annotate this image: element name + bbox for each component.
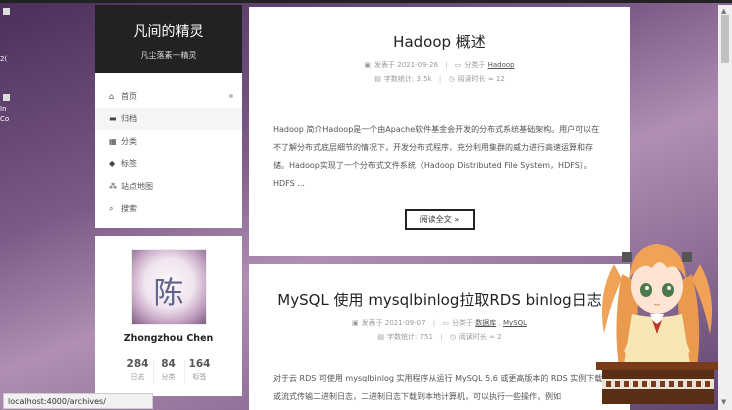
meta-separator: | [445, 61, 448, 69]
post-card: Hadoop 概述 ▣ 发表于 2021-09-26 | ▭ 分类于 Hadoop … [249, 7, 630, 256]
category-link[interactable]: MySQL [503, 319, 527, 327]
site-subtitle: 凡尘落素一精灵 [140, 51, 197, 60]
word-count: 字数统计: 751 [386, 333, 433, 341]
avatar-character: 陈 [153, 276, 184, 311]
desktop-text-fragment: In [0, 105, 7, 113]
author-name: Zhongzhou Chen [123, 333, 214, 344]
document-icon: ▤ [377, 333, 384, 341]
scroll-down-arrow-icon[interactable]: ▼ [721, 398, 726, 406]
post-date: 2021-09-07 [384, 319, 426, 327]
grid-icon: ▦ [109, 136, 117, 146]
category-label: 分类于 [452, 319, 474, 327]
author-profile: 陈 Zhongzhou Chen 284 日志 84 分类 164 标签 [95, 236, 242, 396]
desktop-text-fragment: 2( [0, 55, 8, 63]
scroll-up-arrow-icon[interactable]: ▲ [721, 7, 726, 15]
stat-label: 日志 [130, 373, 145, 381]
post-meta: ▣ 发表于 2021-09-26 | ▭ 分类于 Hadoop ▤ 字数统计: 3.5… [249, 58, 630, 86]
stat-number: 84 [161, 358, 176, 370]
menu-item-label: 搜索 [121, 204, 137, 214]
category-link[interactable]: 数据库 [475, 319, 496, 327]
archive-icon: ▬ [109, 114, 117, 124]
calendar-icon: ▣ [352, 319, 359, 327]
scroll-thumb[interactable] [721, 15, 729, 63]
meta-separator: | [438, 75, 442, 83]
post-excerpt: Hadoop 简介Hadoop是一个由Apache软件基金会开发的分布式系统基础… [273, 125, 600, 188]
post-meta: ▣ 发表于 2021-09-07 | ▭ 分类于 数据库 , MySQL ▤ 字数统计… [352, 319, 527, 341]
home-icon: ⌂ [109, 91, 115, 101]
desktop-icon[interactable] [3, 94, 10, 101]
menu-item-categories[interactable]: ▦ 分类 [95, 130, 242, 153]
clock-icon: ◷ [448, 75, 455, 83]
menu-item-tags[interactable]: ◆ 标签 [95, 153, 242, 176]
stat-posts[interactable]: 284 日志 [123, 358, 153, 384]
menu-item-sitemap[interactable]: ⁂ 站点地图 [95, 175, 242, 198]
stat-number: 164 [188, 358, 211, 370]
word-count: 字数统计: 3.5k [383, 75, 432, 83]
document-icon: ▤ [374, 75, 381, 83]
read-more-button[interactable]: 阅读全文 » [404, 209, 475, 230]
browser-status-bar: localhost:4000/archives/ [3, 393, 153, 409]
menu-item-archives[interactable]: ▬ 归档 [95, 107, 242, 130]
menu-item-search[interactable]: ⌕ 搜索 [95, 198, 242, 221]
menu-item-label: 归档 [121, 114, 137, 124]
post-date: 2021-09-26 [397, 61, 438, 69]
post-title[interactable]: MySQL 使用 mysqlbinlog拉取RDS binlog日志 [249, 289, 630, 310]
sitemap-icon: ⁂ [109, 181, 117, 191]
search-icon: ⌕ [109, 203, 114, 213]
calendar-icon: ▣ [364, 61, 371, 69]
menu-item-label: 首页 [121, 91, 137, 101]
clock-icon: ◷ [449, 333, 456, 341]
meta-separator: | [432, 319, 436, 327]
avatar: 陈 [130, 249, 207, 325]
category-link[interactable]: Hadoop [488, 61, 515, 69]
post-card: MySQL 使用 mysqlbinlog拉取RDS binlog日志 ▣ 发表于 … [249, 264, 630, 410]
post-title[interactable]: Hadoop 概述 [249, 31, 630, 52]
site-nav-menu: ⌂ 首页 ▬ 归档 ▦ 分类 ◆ 标签 ⁂ 站点地图 ⌕ 搜索 [95, 73, 242, 228]
posted-label: 发表于 [374, 61, 395, 69]
meta-separator: | [440, 333, 443, 341]
menu-item-label: 分类 [121, 136, 137, 146]
site-stats: 284 日志 84 分类 164 标签 [95, 358, 242, 384]
site-brand: 凡间的精灵 凡尘落素一精灵 [95, 5, 242, 73]
posted-label: 发表于 [361, 319, 383, 327]
menu-item-label: 标签 [121, 159, 137, 169]
desktop-text-fragment: Co [0, 115, 10, 123]
menu-indicator-dot [229, 94, 233, 98]
folder-icon: ▭ [442, 319, 450, 327]
menu-item-home[interactable]: ⌂ 首页 [95, 85, 242, 108]
read-time: 阅读时长 ≈ 2 [458, 333, 502, 341]
stat-label: 标签 [192, 373, 207, 381]
tags-icon: ◆ [109, 159, 116, 169]
post-excerpt: 对于云 RDS 可使用 mysqlbinlog 实用程序从运行 MySQL 5.… [273, 374, 603, 401]
window-top-border [0, 0, 732, 3]
category-label: 分类于 [464, 61, 486, 69]
stat-number: 284 [126, 358, 149, 370]
read-time: 阅读时长 ≈ 12 [457, 75, 505, 83]
stat-label: 分类 [161, 373, 176, 381]
stat-tags[interactable]: 164 标签 [185, 358, 215, 384]
stat-categories[interactable]: 84 分类 [154, 358, 184, 384]
page-scrollbar[interactable]: ▲ ▼ [718, 5, 732, 410]
menu-item-label: 站点地图 [121, 181, 153, 191]
desktop-icon[interactable] [3, 8, 10, 15]
folder-icon: ▭ [454, 61, 462, 69]
site-title[interactable]: 凡间的精灵 [95, 21, 242, 41]
live2d-mascot[interactable] [592, 234, 722, 410]
